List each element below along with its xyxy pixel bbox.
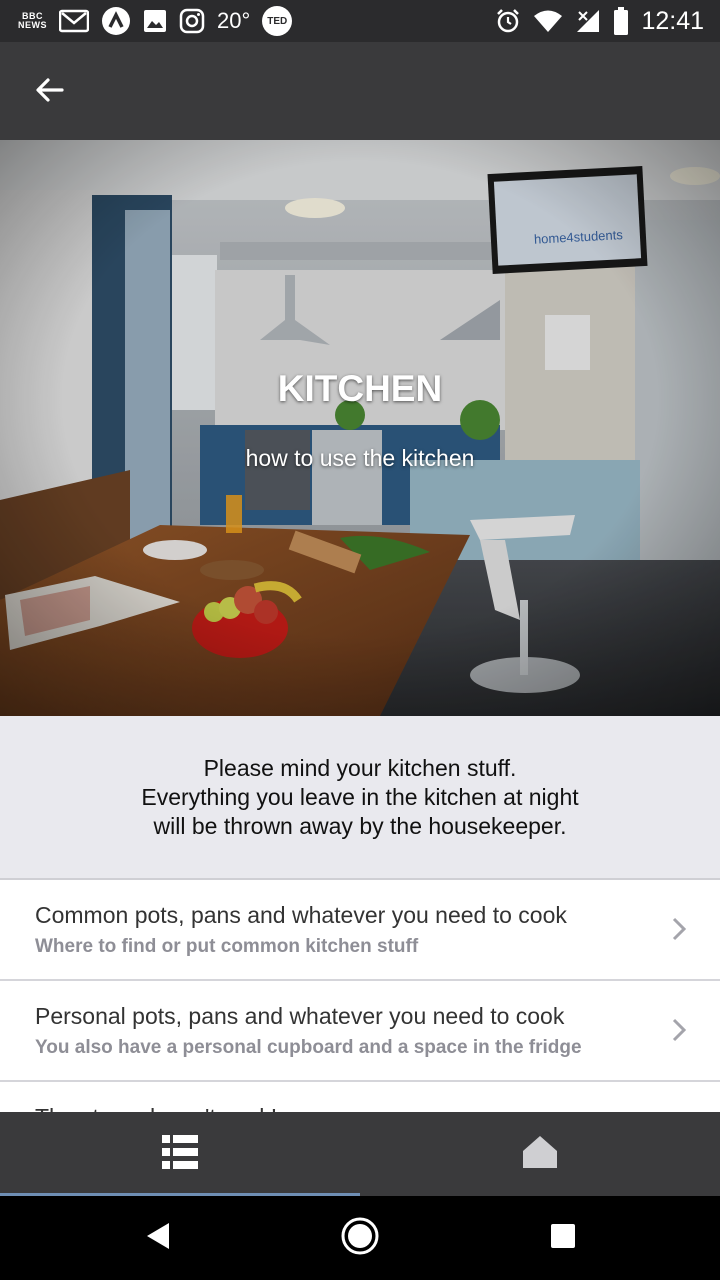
signal-icon [575, 8, 601, 34]
alarm-icon [495, 8, 521, 34]
list-item-title: Common pots, pans and whatever you need … [35, 902, 567, 928]
arrow-left-icon [34, 75, 64, 110]
gmail-icon [59, 9, 89, 33]
clock: 12:41 [641, 6, 704, 35]
ted-icon: TED [262, 6, 293, 36]
bbc-line2: NEWS [18, 20, 47, 30]
list-item[interactable]: Personal pots, pans and whatever you nee… [0, 981, 720, 1082]
system-icons: 12:41 [495, 6, 704, 36]
hero-title: KITCHEN [277, 368, 443, 409]
app-icon [101, 6, 131, 36]
home-icon [522, 1135, 558, 1174]
nav-recents-icon [550, 1223, 576, 1254]
back-button[interactable] [26, 69, 72, 115]
nav-home-icon [340, 1216, 380, 1261]
tab-home[interactable] [360, 1112, 720, 1196]
battery-icon [613, 7, 629, 35]
notice-line: Please mind your kitchen stuff. [203, 754, 517, 781]
bottom-tab-bar [0, 1112, 720, 1196]
hero-subtitle: how to use the kitchen [245, 445, 475, 471]
chevron-right-icon [670, 1017, 688, 1043]
list-item-title: The stove doesn't work! [35, 1104, 277, 1112]
list-item-subtitle: Where to find or put common kitchen stuf… [35, 936, 419, 957]
nav-home-button[interactable] [335, 1216, 385, 1260]
notice-line: will be thrown away by the housekeeper. [153, 812, 567, 839]
chevron-right-icon [670, 916, 688, 942]
kitchen-photo: home4students [0, 140, 720, 716]
status-bar: BBC NEWS 20° TED 12:41 [0, 0, 720, 42]
bbc-news-icon: BBC NEWS [18, 12, 47, 30]
topic-list: Common pots, pans and whatever you need … [0, 880, 720, 1112]
tab-list[interactable] [0, 1112, 360, 1196]
nav-back-button[interactable] [133, 1216, 183, 1260]
list-item[interactable]: Common pots, pans and whatever you need … [0, 880, 720, 981]
instagram-icon [179, 8, 205, 34]
nav-back-icon [145, 1222, 171, 1255]
gallery-icon [143, 9, 167, 33]
system-nav-bar [0, 1196, 720, 1280]
list-item-subtitle: You also have a personal cupboard and a … [35, 1037, 582, 1058]
wifi-icon [533, 9, 563, 33]
nav-recents-button[interactable] [538, 1216, 588, 1260]
notification-icons: BBC NEWS 20° TED [18, 6, 293, 36]
notice-box: Please mind your kitchen stuff. Everythi… [0, 716, 720, 880]
notice-line: Everything you leave in the kitchen at n… [141, 783, 579, 810]
app-bar [0, 42, 720, 140]
list-item-title: Personal pots, pans and whatever you nee… [35, 1003, 565, 1029]
temperature: 20° [217, 8, 251, 33]
list-icon [162, 1134, 198, 1174]
list-item[interactable]: The stove doesn't work! [0, 1082, 720, 1112]
hero-banner: home4students KITCHEN h [0, 140, 720, 716]
